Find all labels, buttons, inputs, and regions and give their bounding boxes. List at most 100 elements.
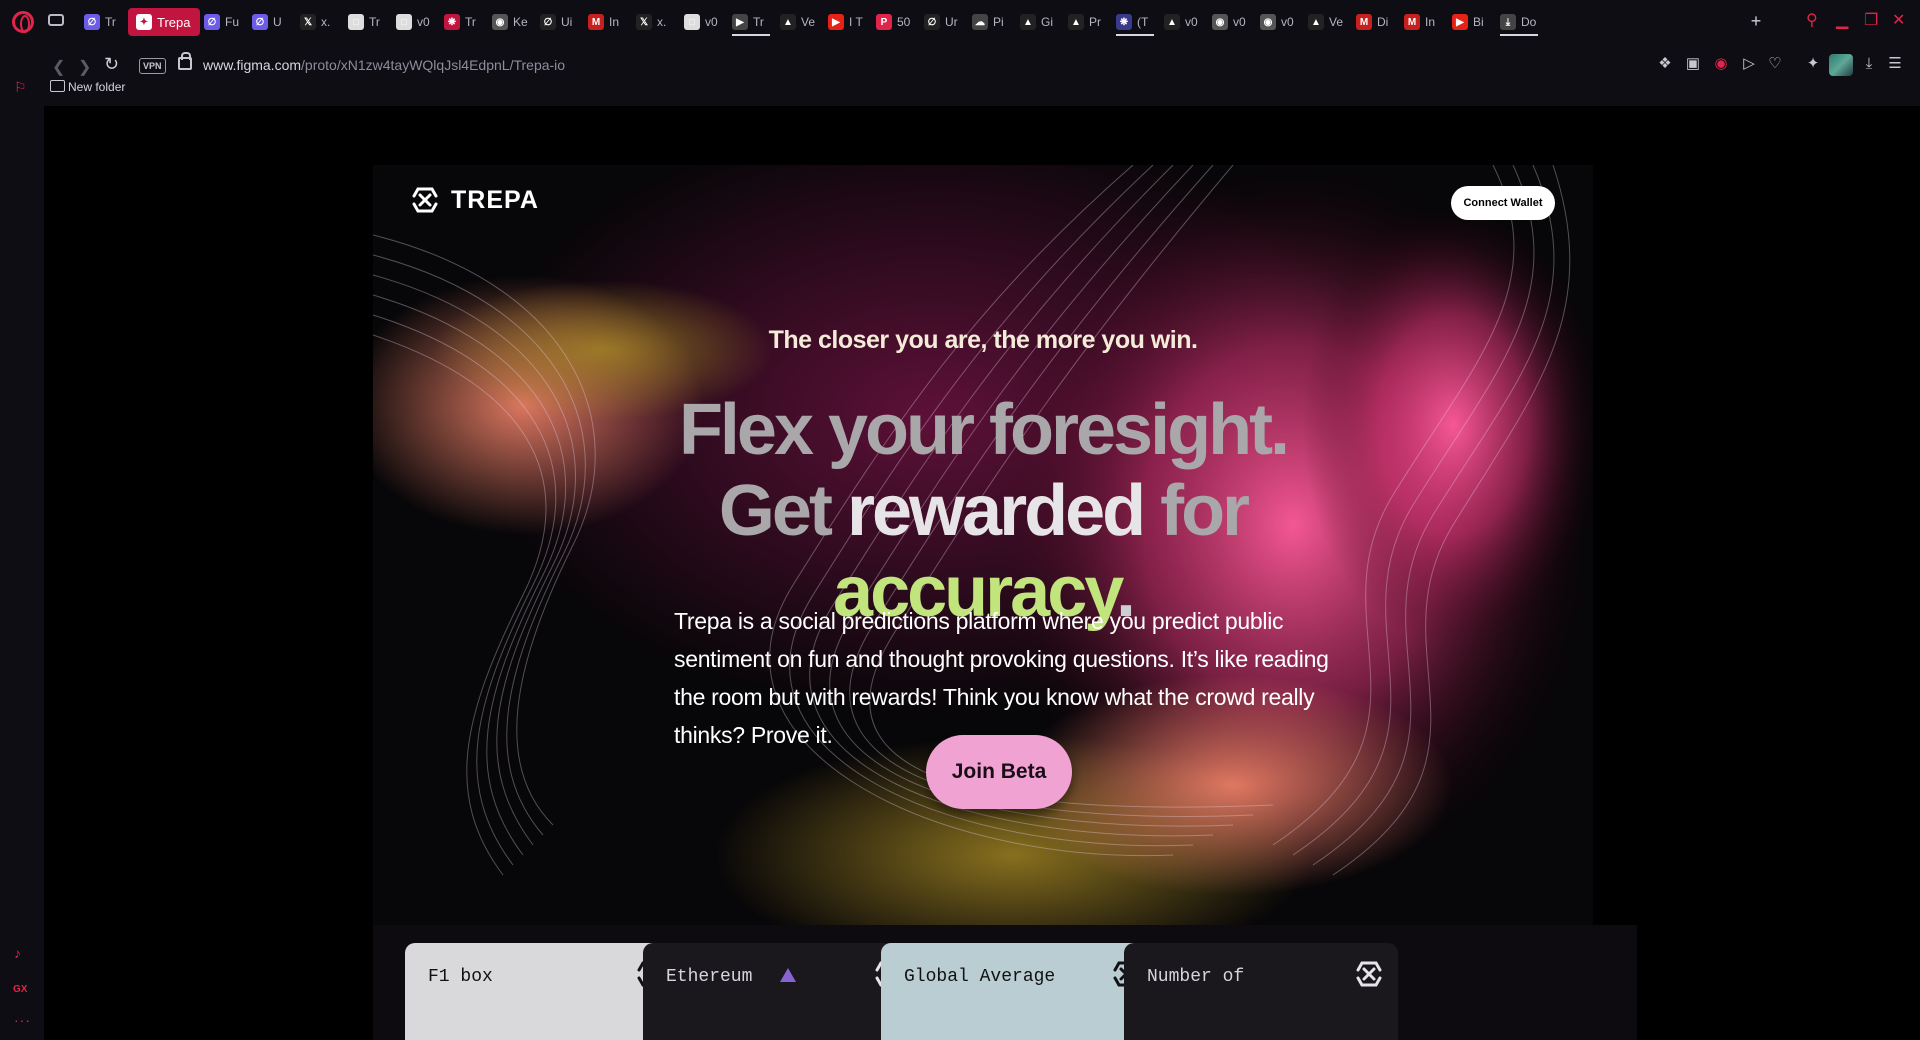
framer-icon: ∅ — [540, 14, 556, 30]
vpn-badge[interactable]: VPN — [139, 58, 166, 74]
tab-29[interactable]: ⤓ Do — [1496, 8, 1544, 36]
tab-12[interactable]: □ v0 — [680, 8, 728, 36]
tab-20[interactable]: ▲ Pr — [1064, 8, 1112, 36]
vercel-icon: ▲ — [1308, 14, 1324, 30]
bookmarks-bar: New folder — [0, 80, 1920, 108]
tab-10[interactable]: M In — [584, 8, 632, 36]
tab-11[interactable]: 𝕏x. — [632, 8, 680, 36]
trepa-icon: ❋ — [1116, 14, 1132, 30]
url-field[interactable]: www.figma.com/proto/xN1zw4tayWQlqJsl4Edp… — [203, 57, 565, 73]
tab-7[interactable]: ❋ Tr — [440, 8, 488, 36]
gmail-icon: M — [588, 14, 604, 30]
tab-label: v0 — [417, 15, 430, 29]
download-icon: ⤓ — [1500, 14, 1516, 30]
minimize-icon[interactable]: ▁ — [1836, 10, 1848, 30]
download-icon[interactable]: ⤓ — [1860, 55, 1878, 73]
tab-26[interactable]: M Di — [1352, 8, 1400, 36]
bookmark-folder[interactable]: New folder — [68, 80, 125, 94]
tab-2[interactable]: ∅ Fu — [200, 8, 248, 36]
tabs-list: ∅ Tr ✦ Trepa ∅ Fu ∅ U 𝕏x. □ Tr □ v0 ❋ Tr ◉ Ke ∅ Ui M In 𝕏x. □ v… — [80, 8, 1544, 38]
workspace-icon[interactable] — [48, 14, 64, 26]
brand-logo[interactable]: TREPA — [410, 185, 539, 215]
headline-line-2: Get rewarded for — [373, 471, 1593, 551]
tab-18[interactable]: ☁ Pi — [968, 8, 1016, 36]
headline-line-2-b: rewarded — [846, 471, 1146, 551]
tab-8[interactable]: ◉ Ke — [488, 8, 536, 36]
tab-1[interactable]: ✦ Trepa — [128, 8, 200, 36]
tab-9[interactable]: ∅ Ui — [536, 8, 584, 36]
tab-3[interactable]: ∅ U — [248, 8, 296, 36]
tab-label: Fu — [225, 15, 240, 29]
pin-icon[interactable]: ❖ — [1656, 55, 1674, 73]
send-icon[interactable]: ▷ — [1740, 55, 1758, 73]
brand-name: TREPA — [451, 185, 539, 214]
tab-25[interactable]: ▲ Ve — [1304, 8, 1352, 36]
youtube-icon: ▶ — [828, 14, 844, 30]
pocket-icon[interactable]: ◉ — [1712, 55, 1730, 73]
tab-4[interactable]: 𝕏x. — [296, 8, 344, 36]
hero-kicker: The closer you are, the more you win. — [768, 326, 1198, 354]
tab-16[interactable]: P 50 — [872, 8, 920, 36]
tab-21[interactable]: ❋ (T — [1112, 8, 1160, 36]
doc-icon: □ — [348, 14, 364, 30]
headline-line-1: Flex your foresight. — [678, 390, 1290, 470]
tab-19[interactable]: ▲ Gi — [1016, 8, 1064, 36]
gx-label[interactable]: GX — [13, 984, 27, 995]
tab-23[interactable]: ◉ v0 — [1208, 8, 1256, 36]
join-beta-button[interactable]: Join Beta — [926, 735, 1072, 809]
card-title: Global Average — [904, 967, 1056, 987]
easy-setup-icon[interactable]: ☰ — [1886, 55, 1904, 73]
tab-label: Pi — [993, 15, 1004, 29]
opera-menu-icon[interactable] — [12, 11, 34, 33]
tab-label: Bi — [1473, 15, 1484, 29]
search-tabs-icon[interactable]: ⚲ — [1806, 10, 1818, 30]
vercel-icon: ▲ — [780, 14, 796, 30]
tab-label: Pr — [1089, 15, 1101, 29]
tab-label: (T — [1137, 15, 1149, 29]
tab-27[interactable]: M In — [1400, 8, 1448, 36]
prediction-card[interactable]: Number of — [1124, 943, 1398, 1040]
tab-label: v0 — [1233, 15, 1246, 29]
extensions-icon[interactable]: ✦ — [1804, 55, 1822, 73]
tab-label: Ur — [945, 15, 958, 29]
tab-label: 50 — [897, 15, 911, 29]
lock-icon[interactable] — [178, 52, 192, 70]
gmail-icon: M — [1356, 14, 1372, 30]
tab-13[interactable]: ▶ Tr — [728, 8, 776, 36]
prediction-card[interactable]: Ethereum — [643, 943, 917, 1040]
profile-avatar[interactable] — [1829, 54, 1853, 76]
restore-icon[interactable]: ❐ — [1864, 10, 1878, 30]
tab-0[interactable]: ∅ Tr — [80, 8, 128, 36]
heart-icon[interactable]: ♡ — [1766, 55, 1784, 73]
tab-17[interactable]: ∅ Ur — [920, 8, 968, 36]
cloud-icon: ☁ — [972, 14, 988, 30]
tab-14[interactable]: ▲ Ve — [776, 8, 824, 36]
close-window-icon[interactable]: ✕ — [1892, 10, 1905, 30]
framer-icon: ∅ — [84, 14, 100, 30]
tab-label: Tr — [105, 15, 116, 29]
gmail-icon: M — [1404, 14, 1420, 30]
tab-28[interactable]: ▶ Bi — [1448, 8, 1496, 36]
tab-6[interactable]: □ v0 — [392, 8, 440, 36]
tab-label: v0 — [1281, 15, 1294, 29]
tab-5[interactable]: □ Tr — [344, 8, 392, 36]
tiktok-icon[interactable]: ♪ — [14, 945, 21, 961]
forward-icon[interactable]: ❯ — [78, 57, 91, 77]
folder-icon[interactable] — [50, 80, 65, 92]
reload-icon[interactable]: ↻ — [104, 54, 119, 75]
tab-15[interactable]: ▶ I T — [824, 8, 872, 36]
new-tab-icon[interactable]: + — [1747, 12, 1765, 30]
prediction-card[interactable]: Global Average — [881, 943, 1155, 1040]
tab-label: v0 — [705, 15, 718, 29]
prediction-card[interactable]: F1 box — [405, 943, 679, 1040]
ai-assistant-icon[interactable]: ⚐ — [14, 79, 27, 96]
tab-22[interactable]: ▲ v0 — [1160, 8, 1208, 36]
trepa-icon: ❋ — [444, 14, 460, 30]
back-icon[interactable]: ❮ — [52, 57, 65, 77]
tab-24[interactable]: ◉ v0 — [1256, 8, 1304, 36]
more-icon[interactable]: ··· — [14, 1012, 31, 1028]
x-icon: 𝕏 — [636, 14, 652, 30]
snapshot-icon[interactable]: ▣ — [1684, 55, 1702, 73]
connect-wallet-button[interactable]: Connect Wallet — [1451, 186, 1555, 220]
tab-label: Ui — [561, 15, 573, 29]
